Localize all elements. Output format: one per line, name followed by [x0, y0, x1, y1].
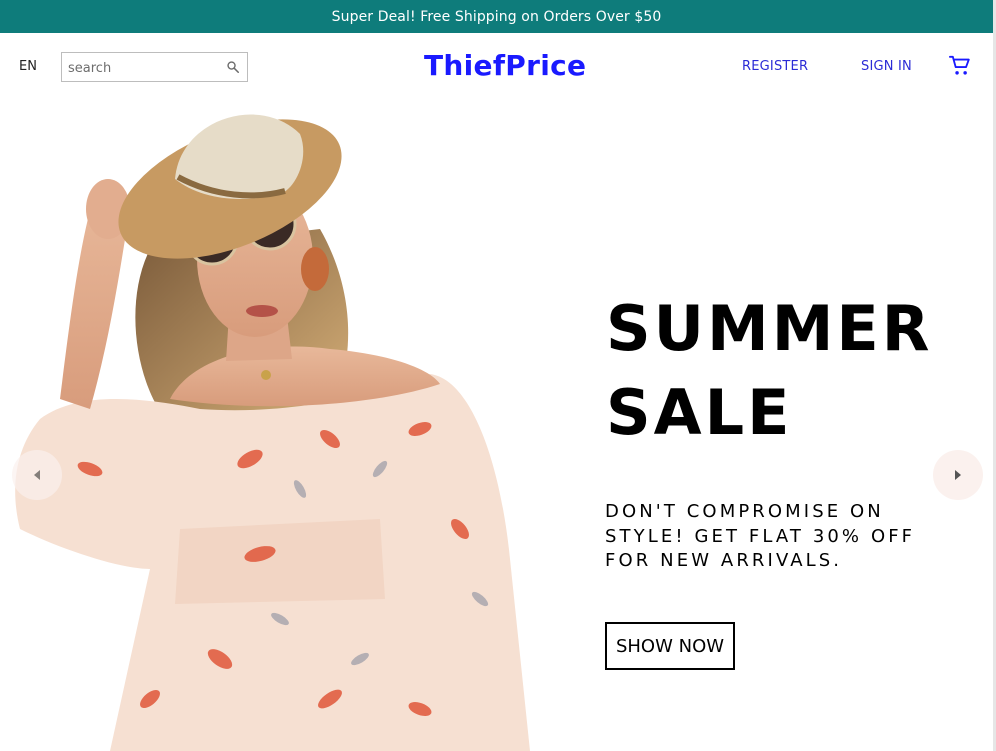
shopping-cart-icon[interactable]	[949, 55, 971, 77]
announcement-text: Super Deal! Free Shipping on Orders Over…	[331, 8, 662, 25]
slider-prev-button[interactable]	[12, 450, 62, 500]
search-container	[61, 52, 248, 82]
slider-next-button[interactable]	[933, 450, 983, 500]
arrow-left-icon	[34, 470, 40, 480]
search-icon[interactable]	[226, 60, 240, 74]
show-now-button[interactable]: SHOW NOW	[605, 622, 735, 670]
hero-description: DON'T COMPROMISE ON STYLE! GET FLAT 30% …	[605, 501, 916, 571]
sign-in-link[interactable]: SIGN IN	[861, 59, 912, 74]
announcement-bar: Super Deal! Free Shipping on Orders Over…	[0, 0, 993, 33]
hero-title: SUMMER SALE	[606, 292, 933, 449]
language-selector[interactable]: EN	[19, 59, 37, 74]
navbar: EN ThiefPrice REGISTER SIGN IN	[0, 33, 993, 99]
hero-slider: SUMMER SALE DON'T COMPROMISE ON STYLE! G…	[0, 99, 993, 751]
brand-logo[interactable]: ThiefPrice	[424, 49, 586, 82]
hero-model-image	[15, 114, 531, 751]
arrow-right-icon	[955, 470, 961, 480]
register-link[interactable]: REGISTER	[742, 59, 808, 74]
search-input[interactable]	[68, 58, 218, 78]
